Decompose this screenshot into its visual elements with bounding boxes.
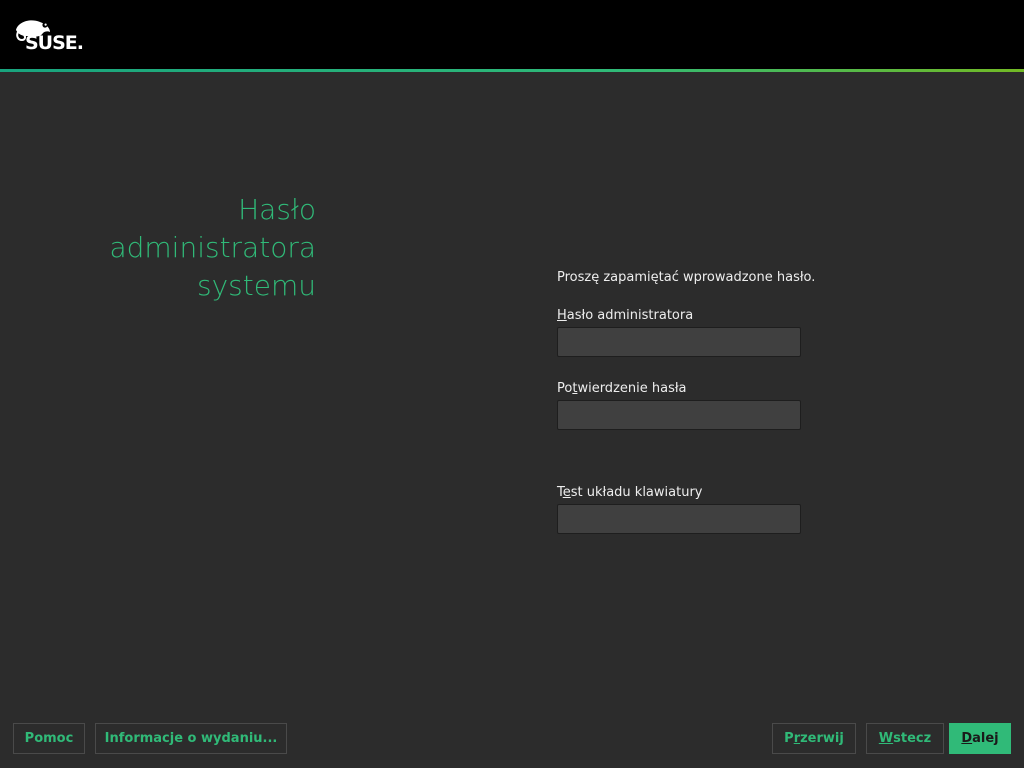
page-title: Hasło administratora systemu <box>16 191 316 305</box>
confirm-label-text: wierdzenie hasła <box>577 381 687 396</box>
confirm-label-pre: Po <box>557 381 573 396</box>
password-label-text: asło administratora <box>566 308 694 323</box>
abort-label-text: zerwij <box>800 731 844 746</box>
keyboard-label-text: st układu klawiatury <box>570 485 703 500</box>
suse-logo-text: SUSE. <box>25 32 84 54</box>
password-label-mnemonic: H <box>557 308 567 323</box>
abort-button[interactable]: Przerwij <box>772 723 856 754</box>
header-accent-line <box>0 69 1024 72</box>
next-button[interactable]: Dalej <box>949 723 1011 754</box>
keyboard-test-field[interactable] <box>557 504 801 534</box>
confirm-password-label: Potwierdzenie hasła <box>557 381 687 397</box>
abort-label-pre: P <box>784 731 794 746</box>
help-button-label: Pomoc <box>24 731 74 746</box>
release-notes-button-label: Informacje o wydaniu... <box>104 731 278 746</box>
next-label-mnemonic: D <box>961 731 973 746</box>
next-label-text: alej <box>972 731 999 746</box>
password-label: Hasło administratora <box>557 308 693 324</box>
installer-window: SUSE. Hasło administratora systemu Prosz… <box>0 0 1024 768</box>
help-button[interactable]: Pomoc <box>13 723 85 754</box>
keyboard-test-label: Test układu klawiatury <box>557 485 702 501</box>
page-title-line: systemu <box>197 269 316 302</box>
info-text: Proszę zapamiętać wprowadzone hasło. <box>557 270 816 285</box>
back-label-text: stecz <box>893 731 932 746</box>
page-title-line: administratora <box>109 231 316 264</box>
back-label-mnemonic: W <box>878 731 894 746</box>
confirm-password-field[interactable] <box>557 400 801 430</box>
keyboard-label-mnemonic: e <box>562 485 571 500</box>
release-notes-button[interactable]: Informacje o wydaniu... <box>95 723 287 754</box>
back-button[interactable]: Wstecz <box>866 723 944 754</box>
page-title-line: Hasło <box>238 193 316 226</box>
password-field[interactable] <box>557 327 801 357</box>
header-bar: SUSE. <box>0 0 1024 69</box>
